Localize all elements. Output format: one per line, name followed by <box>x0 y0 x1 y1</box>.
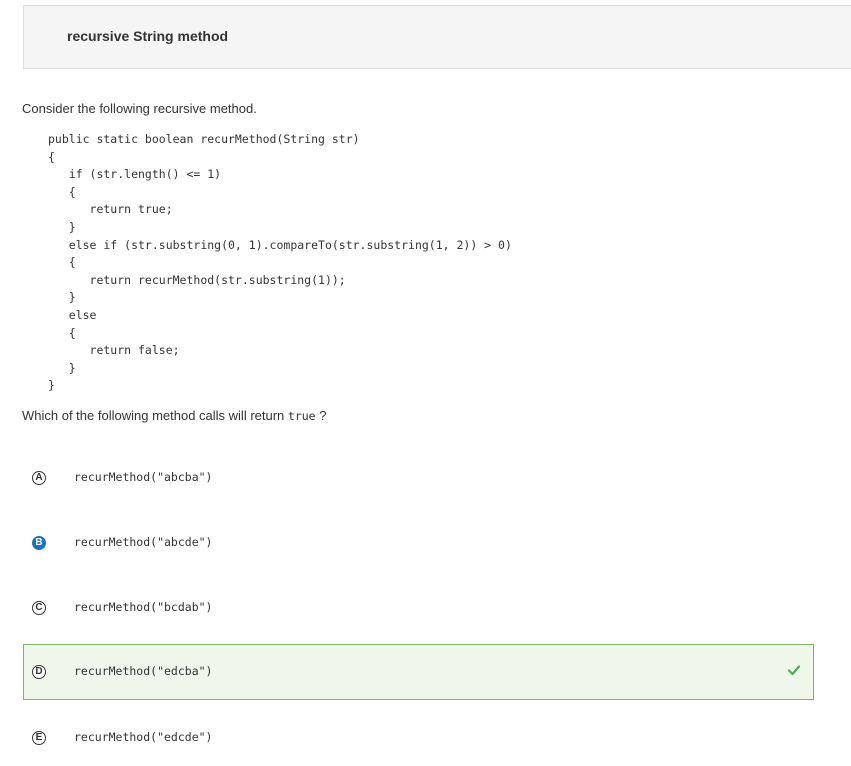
code-line: if (str.length() <= 1) <box>48 167 222 182</box>
code-line: return true; <box>48 202 173 217</box>
question-code: true <box>287 409 316 423</box>
question-main: Which of the following method calls will… <box>22 408 285 423</box>
choice-e[interactable]: E recurMethod("edcde") <box>23 710 814 766</box>
code-line: { <box>48 184 76 199</box>
choice-c[interactable]: C recurMethod("bcdab") <box>23 580 814 636</box>
code-line: } <box>48 360 76 375</box>
question-suffix: ? <box>319 408 327 423</box>
choice-letter-a: A <box>32 471 46 485</box>
code-block: public static boolean recurMethod(String… <box>48 131 512 395</box>
choice-a[interactable]: A recurMethod("abcba") <box>23 450 814 506</box>
choice-text-c: recurMethod("bcdab") <box>74 600 213 614</box>
choice-text-e: recurMethod("edcde") <box>74 730 213 744</box>
question-title: recursive String method <box>67 28 229 44</box>
code-line: { <box>48 149 55 164</box>
choice-letter-c: C <box>32 601 46 615</box>
code-line: { <box>48 325 76 340</box>
code-line: return false; <box>48 343 180 358</box>
code-line: { <box>48 255 76 270</box>
choice-text-b: recurMethod("abcde") <box>74 535 213 549</box>
code-line: } <box>48 378 55 393</box>
choice-letter-e: E <box>32 731 46 745</box>
choice-text-a: recurMethod("abcba") <box>74 470 213 484</box>
code-line: else if (str.substring(0, 1).compareTo(s… <box>48 237 512 252</box>
choice-letter-b: B <box>32 536 46 550</box>
question-header: recursive String method <box>23 5 851 69</box>
code-line: else <box>48 307 97 322</box>
check-icon <box>787 665 801 676</box>
code-line: } <box>48 219 76 234</box>
choice-text-d: recurMethod("edcba") <box>74 664 213 678</box>
choice-d[interactable]: D recurMethod("edcba") <box>23 644 814 700</box>
question-text: Which of the following method calls will… <box>22 408 326 423</box>
code-line: return recurMethod(str.substring(1)); <box>48 272 346 287</box>
code-line: } <box>48 290 76 305</box>
choice-letter-d: D <box>32 665 46 679</box>
code-line: public static boolean recurMethod(String… <box>48 132 360 146</box>
question-prompt: Consider the following recursive method. <box>22 101 257 116</box>
choice-b[interactable]: B recurMethod("abcde") <box>23 515 814 571</box>
